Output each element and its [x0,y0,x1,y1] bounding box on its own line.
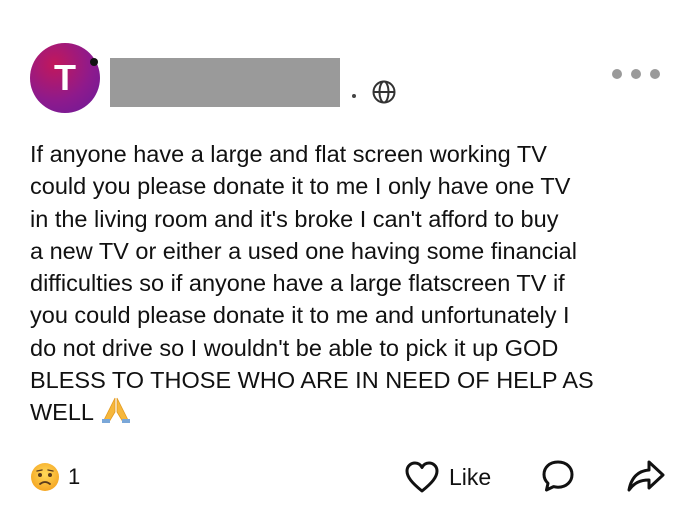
like-button[interactable]: Like [404,459,491,495]
avatar[interactable]: T [30,43,100,113]
speech-bubble-icon[interactable] [540,458,576,494]
more-dot [650,69,660,79]
post-body: If anyone have a large and flat screen w… [30,138,690,429]
reaction-count[interactable]: 1 [68,464,80,490]
post-card: T If anyone have a large and flat screen… [0,0,700,530]
author-name-redacted [110,58,340,107]
like-label: Like [449,463,492,490]
sad-face-emoji[interactable] [30,462,60,492]
post-body-text: If anyone have a large and flat screen w… [30,141,594,426]
share-arrow-icon[interactable] [626,458,666,494]
avatar-badge-dot [90,58,98,66]
more-dot [631,69,641,79]
globe-icon[interactable] [371,79,397,105]
more-dot [612,69,622,79]
separator-dot [352,94,356,98]
avatar-initial: T [54,57,76,98]
heart-outline-icon [405,461,439,493]
praying-hands-emoji [102,398,130,424]
more-options-icon[interactable] [612,64,660,84]
